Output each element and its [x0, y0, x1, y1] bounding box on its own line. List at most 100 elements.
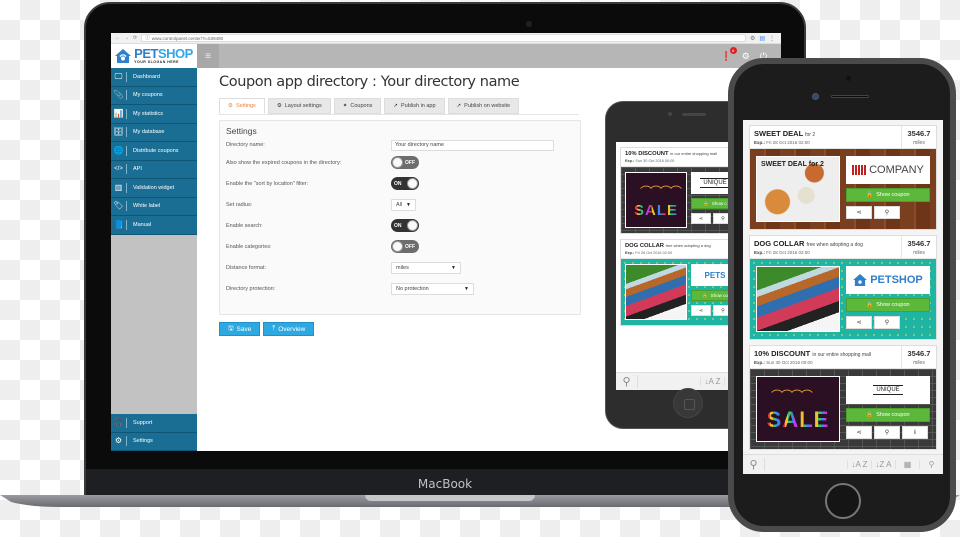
search-toggle[interactable]: ON	[391, 219, 419, 232]
sidebar-item-settings[interactable]: ⚙ Settings	[111, 432, 197, 451]
tablet-camera	[668, 112, 672, 116]
sidebar-item-my-coupons[interactable]: 📎 My coupons	[111, 86, 197, 105]
sidebar-item-validation-widget[interactable]: ▥ Validation widget	[111, 179, 197, 198]
gear-icon: ⚙	[276, 103, 282, 109]
share-icon[interactable]: ⋖	[691, 213, 711, 224]
map-pin-icon[interactable]: ⚲	[874, 316, 900, 329]
sidebar-item-dashboard[interactable]: 🖵 Dashboard	[111, 68, 197, 87]
tab-coupons[interactable]: ✦ Coupons	[333, 98, 382, 114]
tab-layout-settings[interactable]: ⚙ Layout settings	[267, 98, 331, 114]
search-icon[interactable]: ⚲	[616, 375, 638, 388]
coupon-title: SWEET DEAL for 2	[754, 129, 816, 138]
calendar-icon[interactable]: ▦	[895, 460, 919, 469]
notification-button[interactable]: ❗ 6	[721, 46, 737, 62]
back-icon[interactable]: ←	[115, 35, 120, 41]
show-coupon-button[interactable]: 🔒 Show coupon	[846, 298, 930, 312]
tablet-home-button[interactable]	[673, 388, 703, 418]
tab-settings[interactable]: ⚙ Settings	[219, 98, 265, 114]
sidebar-item-label: My statistics	[133, 110, 163, 117]
directory-name-input[interactable]: Your directory name	[391, 139, 554, 151]
sort-az-icon[interactable]: ↓A Z	[847, 460, 871, 469]
sidebar-item-manual[interactable]: 📘 Manual	[111, 216, 197, 235]
coupon-expiry: Exp.: Fri 28 Oct 2016 02:00	[754, 250, 810, 255]
coupon-card[interactable]: DOG COLLAR free when adopting a dog Exp.…	[749, 235, 937, 340]
coupon-card[interactable]: DOG COLLAR free when adopting a dog Exp.…	[620, 239, 744, 326]
field-label: Directory name:	[226, 142, 265, 148]
save-button[interactable]: 🖫 Save	[219, 322, 261, 336]
extension-icon[interactable]: ▤	[759, 35, 765, 42]
categories-toggle[interactable]: OFF	[391, 240, 419, 253]
toggle-knob	[407, 220, 418, 231]
url-text: www.controlpanel.center/?i=539480	[151, 35, 224, 41]
sort-za-icon[interactable]: ↓Z A	[871, 460, 895, 469]
coupon-icon: ✦	[342, 103, 348, 109]
reload-icon[interactable]: ⟳	[133, 35, 137, 41]
sort-location-toggle[interactable]: ON	[391, 177, 419, 190]
phone-home-button[interactable]	[825, 483, 861, 519]
gear-icon[interactable]: ⚙	[750, 35, 755, 42]
distance-format-select[interactable]: miles ▼	[391, 261, 461, 274]
show-coupon-button[interactable]: 🔒 Show coupon	[846, 408, 930, 422]
search-icon[interactable]: ⚲	[743, 458, 765, 471]
sidebar-item-distribute-coupons[interactable]: 🌐 Distribute coupons	[111, 142, 197, 161]
share-icon[interactable]: ⋖	[846, 426, 872, 439]
gear-icon[interactable]: ⚙	[742, 51, 750, 62]
sidebar-item-label: Validation widget	[133, 184, 175, 191]
map-pin-icon[interactable]: ⚲	[874, 206, 900, 219]
sidebar-item-label: Dashboard	[133, 73, 160, 80]
coupon-title: 10% DISCOUNT in our entire shopping mall	[625, 151, 718, 157]
field-label: Also show the expired coupons in the dir…	[226, 159, 342, 166]
field-label: Directory protection:	[226, 285, 276, 292]
forward-icon[interactable]: →	[124, 35, 129, 41]
sidebar-item-label: My database	[133, 129, 165, 136]
toggle-knob	[407, 178, 418, 189]
toggle-knob	[392, 157, 403, 168]
tab-label: Publish in app	[401, 103, 436, 109]
sidebar-item-support[interactable]: 🎧 Support	[111, 414, 197, 433]
lock-icon: 🔒	[866, 302, 874, 308]
coupon-card[interactable]: 10% DISCOUNT in our entire shopping mall…	[620, 147, 744, 234]
protection-select[interactable]: No protection ▼	[391, 282, 474, 295]
sort-az-icon[interactable]: ↓A Z	[700, 377, 724, 386]
overview-button[interactable]: ⤒ Overview	[263, 322, 315, 336]
tab-label: Publish on website	[464, 103, 511, 109]
radius-select[interactable]: All ▼	[391, 198, 416, 211]
tab-publish-on-website[interactable]: ➚ Publish on website	[447, 98, 520, 114]
location-icon[interactable]: ⚲	[919, 460, 943, 469]
directory-name-row: Directory name: Your directory name	[226, 138, 574, 152]
phone-camera	[812, 93, 819, 100]
field-label: Enable search:	[226, 222, 263, 229]
tab-publish-in-app[interactable]: ➚ Publish in app	[384, 98, 445, 114]
sidebar-item-my-database[interactable]: 🗄 My database	[111, 123, 197, 142]
coupon-card[interactable]: 10% DISCOUNT in our entire shopping mall…	[749, 345, 937, 450]
address-bar[interactable]: ⓘ www.controlpanel.center/?i=539480	[141, 34, 746, 42]
sidebar-item-label: Settings	[133, 438, 153, 445]
show-coupon-button[interactable]: 🔒 Show coupon	[846, 188, 930, 202]
gear-icon: ⚙	[111, 436, 127, 447]
show-expired-toggle[interactable]: OFF	[391, 156, 419, 169]
share-icon[interactable]: ⋖	[691, 305, 711, 316]
sidebar-item-api[interactable]: </> API	[111, 160, 197, 179]
hamburger-menu-icon[interactable]: ≡	[197, 44, 219, 68]
brand-logo: PETSHOP	[846, 266, 930, 294]
coupon-card[interactable]: SWEET DEAL for 2 Exp.: Fri 28 Oct 2016 0…	[749, 125, 937, 230]
share-icon[interactable]: ⋖	[846, 316, 872, 329]
phone-sensor	[846, 76, 851, 81]
tab-label: Settings	[235, 103, 256, 109]
logo[interactable]: PETSHOP YOUR SLOGAN HERE	[111, 44, 197, 68]
coupon-image	[756, 266, 840, 332]
toggle-state: ON	[394, 222, 402, 229]
notification-badge: 6	[729, 46, 737, 54]
share-icon[interactable]: ⋖	[846, 206, 872, 219]
menu-dots-icon[interactable]: ⋮	[769, 35, 775, 42]
sidebar-item-white-label[interactable]: 🏷 White label	[111, 197, 197, 216]
browser-bar: ← → ⟳ ⓘ www.controlpanel.center/?i=53948…	[111, 33, 781, 44]
map-pin-icon[interactable]: ⚲	[874, 426, 900, 439]
select-value: All	[396, 201, 403, 208]
coupon-expiry: Exp.: Sun 30 Oct 2016 00:00	[754, 360, 813, 365]
barcode-icon: ▥	[111, 182, 127, 193]
field-label: Set radius:	[226, 201, 253, 208]
coupon-title: 10% DISCOUNT in our entire shopping mall	[754, 349, 872, 358]
info-icon[interactable]: i	[902, 426, 928, 439]
sidebar-item-my-statistics[interactable]: 📊 My statistics	[111, 105, 197, 124]
